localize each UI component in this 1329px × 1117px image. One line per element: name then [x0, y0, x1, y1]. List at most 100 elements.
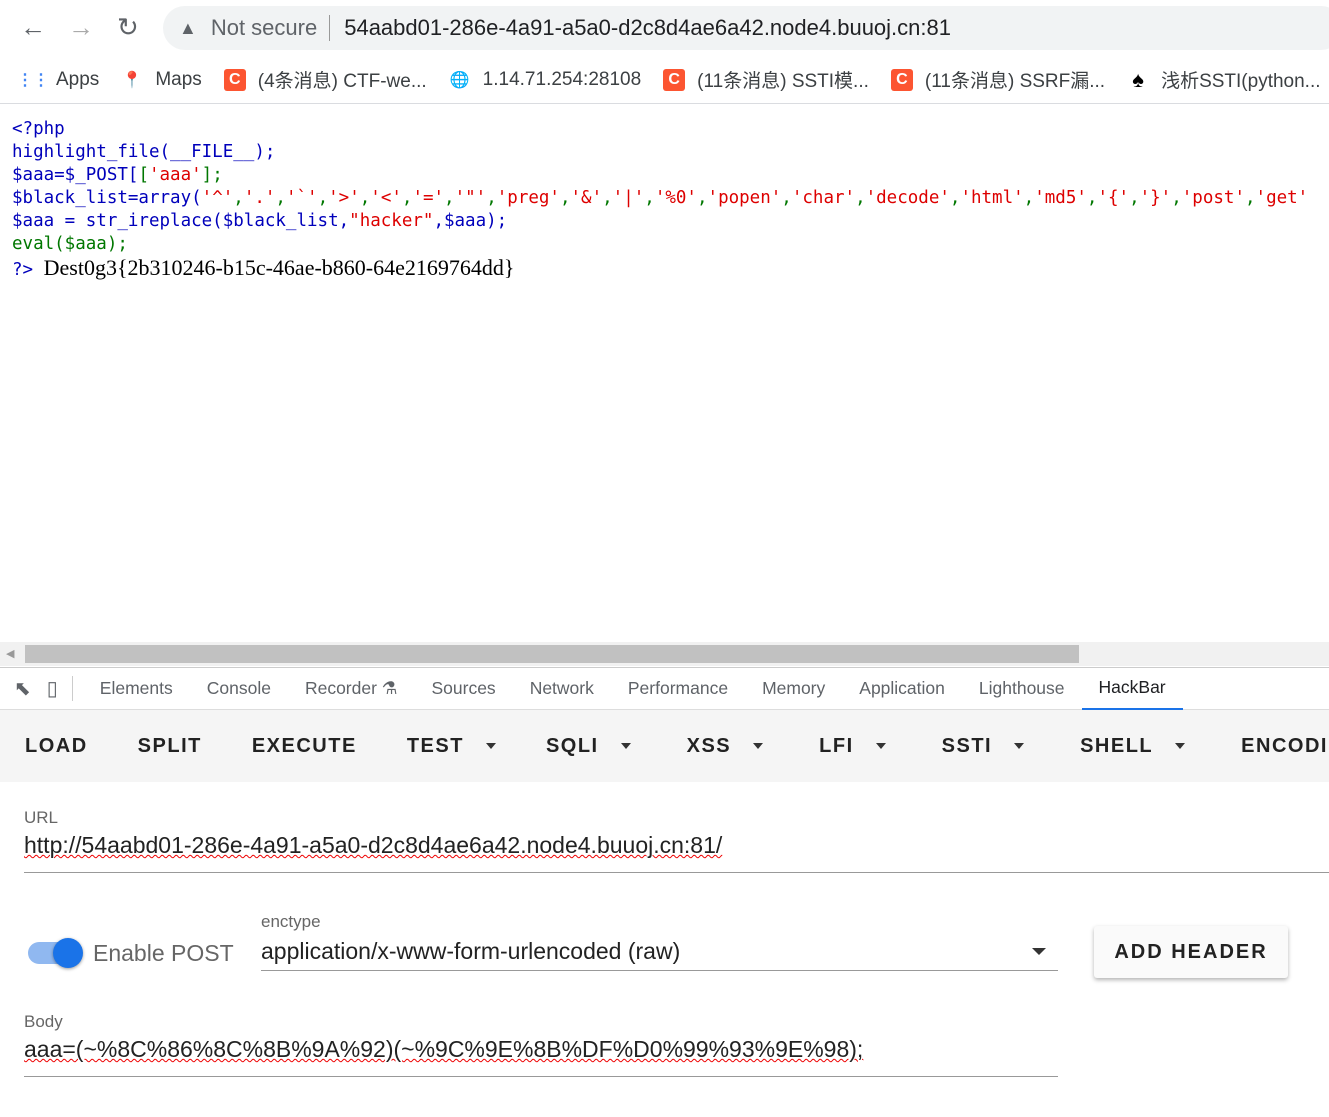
body-label: Body — [24, 1012, 63, 1031]
ssti-menu[interactable]: SSTI — [917, 735, 1055, 758]
bookmark-label: (11条消息) SSTI模... — [697, 71, 869, 92]
bookmark-label: Maps — [155, 68, 202, 90]
bookmark-label: (4条消息) CTF-we... — [257, 71, 427, 92]
devtools-tab-elements[interactable]: Elements — [83, 668, 190, 710]
code-line: $aaa = str_ireplace($black_list,"hacker"… — [12, 211, 508, 231]
device-toolbar-icon[interactable]: ▯ — [47, 676, 73, 701]
blacklist-item: '%0' — [654, 188, 697, 208]
bookmark-item[interactable]: 🌐 1.14.71.254:28108 — [449, 68, 642, 91]
blacklist-item: 'get' — [1255, 188, 1309, 208]
blacklist-item: '{' — [1097, 188, 1130, 208]
split-button[interactable]: SPLIT — [113, 735, 227, 758]
chevron-down-icon — [620, 743, 631, 749]
hackbar-toolbar: LOAD SPLIT EXECUTE TEST SQLI XSS LFI SSTI SH… — [0, 710, 1329, 782]
enctype-label: enctype — [261, 912, 321, 931]
url-text[interactable]: 54aabd01-286e-4a91-a5a0-d2c8d4ae6a42.nod… — [344, 15, 951, 41]
chevron-down-icon — [1014, 743, 1025, 749]
blacklist-item: '^' — [201, 188, 234, 208]
forward-button[interactable]: → — [68, 12, 94, 43]
enctype-select[interactable]: application/x-www-form-urlencoded (raw) — [261, 938, 1058, 971]
devtools-tabs: ⬉ ▯ Elements Console Recorder ⚗ Sources Netw… — [0, 667, 1329, 710]
dropdown-icon — [1032, 948, 1046, 955]
reload-button[interactable]: ↻ — [117, 12, 139, 43]
blacklist-item: '"' — [454, 188, 487, 208]
code-line: <?php — [12, 119, 65, 139]
blacklist-item: '=' — [412, 188, 445, 208]
bookmark-label: 浅析SSTI(python... — [1161, 71, 1321, 92]
php-source: <?php highlight_file(__FILE__); $aaa=$_P… — [12, 118, 1308, 282]
devtools-tab-network[interactable]: Network — [513, 668, 611, 710]
add-header-button[interactable]: ADD HEADER — [1094, 926, 1288, 978]
code-line: $aaa=$_POST[['aaa']; — [12, 165, 223, 185]
encodin-menu[interactable]: ENCODIN — [1216, 735, 1329, 758]
bookmark-item[interactable]: ♠ 浅析SSTI(python... — [1127, 66, 1320, 93]
load-button[interactable]: LOAD — [0, 735, 113, 758]
globe-icon: 🌐 — [449, 71, 470, 89]
devtools-tab-recorder[interactable]: Recorder ⚗ — [288, 668, 415, 710]
test-menu[interactable]: TEST — [382, 735, 521, 758]
warning-icon: ▲ — [179, 17, 197, 38]
back-button[interactable]: ← — [20, 12, 46, 43]
browser-toolbar: ← → ↻ ▲ Not secure 54aabd01-286e-4a91-a5… — [0, 0, 1329, 56]
bookmark-item[interactable]: ⋮⋮ Apps — [17, 68, 100, 91]
chevron-down-icon — [485, 743, 496, 749]
blacklist-item: '}' — [1139, 188, 1172, 208]
body-input[interactable]: aaa=(~%8C%86%8C%8B%9A%92)(~%9C%9E%8B%DF%… — [24, 1036, 1058, 1077]
devtools-tab-memory[interactable]: Memory — [745, 668, 842, 710]
security-label[interactable]: Not secure — [211, 15, 331, 41]
shell-menu[interactable]: SHELL — [1055, 735, 1216, 758]
chevron-down-icon — [875, 743, 886, 749]
chevron-down-icon — [753, 743, 764, 749]
blacklist-item: 'md5' — [1034, 188, 1087, 208]
devtools-tab-lighthouse[interactable]: Lighthouse — [962, 668, 1082, 710]
blacklist-item: 'post' — [1181, 188, 1245, 208]
maps-pin-icon: 📍 — [122, 71, 143, 89]
bookmark-label: (11条消息) SSRF漏... — [924, 71, 1106, 92]
csdn-icon: C — [890, 68, 913, 91]
bookmark-label: 1.14.71.254:28108 — [482, 68, 642, 90]
bookmark-item[interactable]: C (4条消息) CTF-we... — [223, 66, 427, 93]
devtools-tab-application[interactable]: Application — [842, 668, 962, 710]
inspect-icon[interactable]: ⬉ — [14, 676, 31, 701]
devtools-tab-hackbar[interactable]: HackBar — [1081, 668, 1183, 710]
url-label: URL — [24, 808, 59, 827]
devtools-tab-performance[interactable]: Performance — [611, 668, 745, 710]
lfi-menu[interactable]: LFI — [794, 735, 917, 758]
flag-output: Dest0g3{2b310246-b15c-46ae-b860-64e21697… — [43, 255, 515, 280]
code-line: highlight_file(__FILE__); — [12, 142, 276, 162]
sqli-menu[interactable]: SQLI — [521, 735, 662, 758]
devtools-tab-console[interactable]: Console — [190, 668, 288, 710]
bookmark-item[interactable]: 📍 Maps — [121, 69, 201, 91]
blacklist-item: '&' — [570, 188, 603, 208]
blacklist-item: '|' — [612, 188, 645, 208]
bookmark-item[interactable]: C (11条消息) SSRF漏... — [890, 66, 1106, 93]
blacklist-item: '>' — [328, 188, 360, 208]
code-line: eval($aaa); — [12, 234, 128, 254]
bookmark-label: Apps — [56, 68, 100, 90]
scroll-left-icon[interactable]: ◀ — [6, 647, 14, 660]
blacklist-item: 'decode' — [865, 188, 950, 208]
blacklist-item: 'popen' — [707, 188, 782, 208]
code-line: $black_list=array('^','.','`','>','<','=… — [12, 188, 1309, 208]
chevron-down-icon — [1175, 743, 1186, 749]
blacklist-item: '<' — [370, 188, 402, 208]
bookmarks-bar: ⋮⋮ Apps 📍 Maps C (4条消息) CTF-we... 🌐 1.14.71.254… — [0, 56, 1329, 104]
enable-post-label: Enable POST — [93, 940, 234, 966]
address-bar[interactable]: ▲ Not secure 54aabd01-286e-4a91-a5a0-d2c… — [163, 6, 1329, 50]
blacklist-item: '`' — [285, 188, 318, 208]
blacklist-item: 'preg' — [496, 188, 560, 208]
blacklist-item: 'html' — [960, 188, 1024, 208]
execute-button[interactable]: EXECUTE — [227, 735, 382, 758]
spade-icon: ♠ — [1132, 66, 1144, 92]
horizontal-scrollbar[interactable]: ◀ — [0, 642, 1329, 666]
php-close-tag: ?> — [12, 260, 34, 280]
csdn-icon: C — [223, 68, 246, 91]
devtools-tab-sources[interactable]: Sources — [414, 668, 512, 710]
scrollbar-thumb[interactable] — [25, 645, 1079, 663]
blacklist-item: '.' — [243, 188, 276, 208]
bookmark-item[interactable]: C (11条消息) SSTI模... — [663, 66, 869, 93]
apps-grid-icon: ⋮⋮ — [17, 71, 49, 89]
url-input[interactable]: http://54aabd01-286e-4a91-a5a0-d2c8d4ae6… — [24, 832, 1329, 873]
enable-post-toggle[interactable] — [28, 938, 83, 968]
xss-menu[interactable]: XSS — [662, 735, 795, 758]
